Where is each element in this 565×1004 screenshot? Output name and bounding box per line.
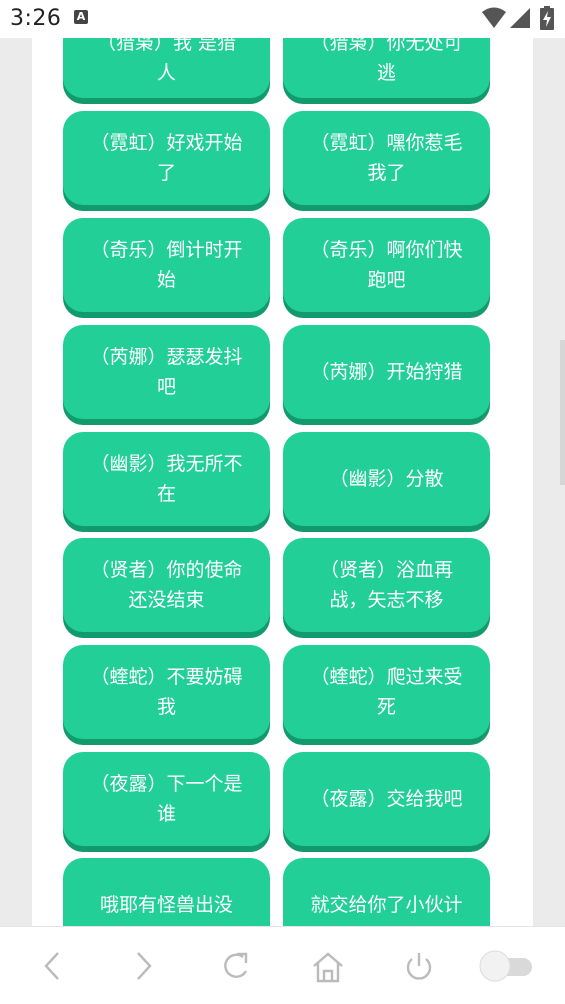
sound-button[interactable]: （猎枭）你无处可逃 bbox=[283, 38, 490, 98]
sound-button[interactable]: （幽影）我无所不在 bbox=[63, 432, 270, 526]
sound-button[interactable]: （芮娜）开始狩猎 bbox=[283, 325, 490, 419]
cell-signal-icon bbox=[510, 8, 530, 28]
sound-button[interactable]: （奇乐）倒计时开始 bbox=[63, 218, 270, 312]
back-icon[interactable] bbox=[42, 951, 64, 981]
sound-button[interactable]: （霓虹）嘿你惹毛我了 bbox=[283, 111, 490, 205]
sound-button[interactable]: （蝰蛇）爬过来受死 bbox=[283, 645, 490, 739]
sound-button[interactable]: （蝰蛇）不要妨碍我 bbox=[63, 645, 270, 739]
status-bar: 3:26 A bbox=[0, 0, 565, 38]
sound-button[interactable]: （夜露）下一个是谁 bbox=[63, 752, 270, 846]
page-background: （猎枭）我 是猎人 （猎枭）你无处可逃 （霓虹）好戏开始了 （霓虹）嘿你惹毛我了… bbox=[0, 38, 565, 926]
font-a-icon: A bbox=[74, 10, 88, 24]
sound-button[interactable]: （幽影）分散 bbox=[283, 432, 490, 526]
sound-button[interactable]: （奇乐）啊你们快跑吧 bbox=[283, 218, 490, 312]
scrollbar[interactable] bbox=[560, 340, 565, 485]
bottom-nav-bar bbox=[0, 926, 565, 1004]
wifi-icon bbox=[482, 7, 506, 28]
sound-button[interactable]: （贤者）浴血再战，矢志不移 bbox=[283, 538, 490, 632]
home-icon[interactable] bbox=[311, 951, 345, 983]
sound-button[interactable]: （夜露）交给我吧 bbox=[283, 752, 490, 846]
refresh-icon[interactable] bbox=[221, 951, 253, 981]
sound-button[interactable]: 就交给你了小伙计 bbox=[283, 858, 490, 926]
sound-button[interactable]: （猎枭）我 是猎人 bbox=[63, 38, 270, 98]
status-time: 3:26 bbox=[10, 6, 62, 31]
power-icon[interactable] bbox=[403, 951, 435, 983]
sound-button[interactable]: （霓虹）好戏开始了 bbox=[63, 111, 270, 205]
forward-icon[interactable] bbox=[132, 951, 154, 981]
content-card: （猎枭）我 是猎人 （猎枭）你无处可逃 （霓虹）好戏开始了 （霓虹）嘿你惹毛我了… bbox=[32, 38, 533, 926]
sound-button[interactable]: 哦耶有怪兽出没 bbox=[63, 858, 270, 926]
sound-button[interactable]: （芮娜）瑟瑟发抖吧 bbox=[63, 325, 270, 419]
battery-charging-icon bbox=[540, 6, 554, 30]
sound-button[interactable]: （贤者）你的使命还没结束 bbox=[63, 538, 270, 632]
toggle-switch[interactable] bbox=[478, 949, 536, 983]
